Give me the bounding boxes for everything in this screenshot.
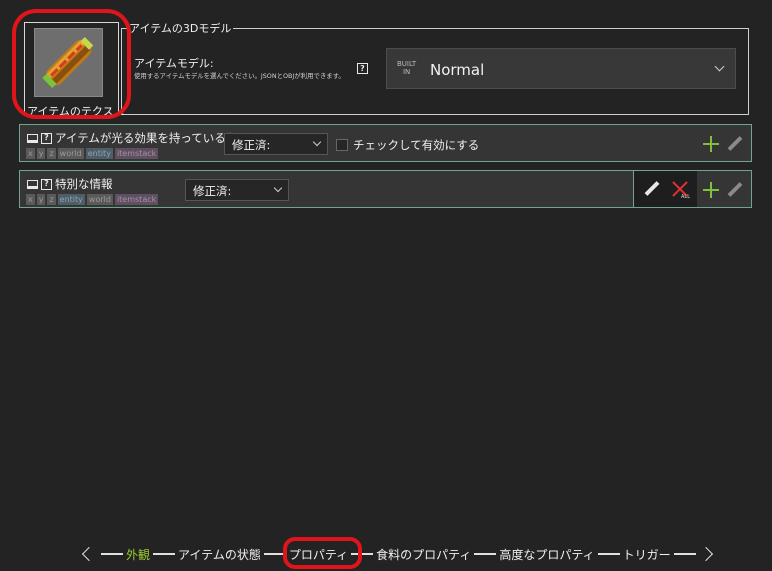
glow-effect-row: ? アイテムが光る効果を持っているか x y z world entity it…	[19, 124, 752, 162]
item-model-value: Normal	[430, 61, 485, 79]
dependency-tags: x y z entity world itemstack	[26, 194, 159, 205]
divider	[474, 553, 497, 555]
tag-x: x	[26, 194, 35, 205]
nav-tab-triggers[interactable]: トリガー	[623, 546, 671, 563]
edit-procedure-icon[interactable]	[643, 181, 659, 197]
builtin-badge-line2: IN	[402, 68, 411, 76]
dependency-tags: x y z world entity itemstack	[26, 148, 159, 159]
chevron-down-icon	[714, 61, 725, 72]
previous-page-icon[interactable]	[78, 544, 98, 564]
checkbox[interactable]	[336, 139, 348, 151]
tag-z: z	[47, 194, 56, 205]
nav-tab-item-state[interactable]: アイテムの状態	[178, 546, 261, 563]
add-procedure-icon[interactable]	[703, 182, 719, 198]
checkbox-label: チェックして有効にする	[353, 138, 480, 152]
glow-enable-checkbox[interactable]: チェックして有効にする	[336, 137, 479, 153]
tag-entity: entity	[85, 148, 113, 159]
tag-world: world	[86, 194, 113, 205]
page-navigation: 外観 アイテムの状態 プロパティ 食料のプロパティ 高度なプロパティ トリガー	[78, 544, 719, 564]
chevron-down-icon	[312, 137, 322, 147]
edit-procedure-icon[interactable]	[726, 136, 742, 152]
builtin-badge: BUILT IN	[397, 60, 416, 76]
item-model-hint: 使用するアイテムモデルを選んでください。JSONとOBJが利用できます。	[134, 72, 345, 80]
divider	[153, 553, 176, 555]
monitor-icon	[27, 179, 38, 189]
divider	[101, 553, 123, 555]
nav-tab-food-properties[interactable]: 食料のプロパティ	[376, 546, 471, 563]
edit-procedure-icon[interactable]	[726, 182, 742, 198]
divider	[597, 553, 620, 555]
tag-x: x	[26, 148, 35, 159]
special-info-row: ? 特別な情報 x y z entity world itemstack 修正済…	[19, 170, 752, 208]
tag-entity: entity	[57, 194, 85, 205]
glow-effect-title: ? アイテムが光る効果を持っているか	[27, 130, 237, 146]
nav-tab-appearance[interactable]: 外観	[126, 546, 150, 563]
monitor-icon	[27, 133, 38, 143]
special-info-title: ? 特別な情報	[27, 176, 113, 192]
item-model-select[interactable]: BUILT IN Normal	[386, 48, 736, 89]
tag-y: y	[36, 148, 46, 159]
help-icon[interactable]: ?	[41, 178, 52, 190]
highlight-circle-texture	[12, 9, 131, 119]
tag-y: y	[36, 194, 46, 205]
next-page-icon[interactable]	[699, 544, 719, 564]
add-procedure-icon[interactable]	[703, 136, 719, 152]
procedure-tools: ALL	[633, 171, 697, 207]
divider	[673, 553, 696, 555]
chevron-down-icon	[273, 183, 283, 193]
glow-effect-label: アイテムが光る効果を持っているか	[55, 131, 238, 145]
highlight-circle-properties	[283, 537, 362, 569]
tag-z: z	[47, 148, 56, 159]
glow-mode-value: 修正済:	[232, 138, 271, 152]
tag-itemstack: itemstack	[114, 194, 159, 205]
item-model-label: アイテムモデル:	[134, 57, 214, 70]
special-info-mode-value: 修正済:	[193, 184, 232, 198]
special-info-mode-select[interactable]: 修正済:	[185, 179, 289, 201]
help-icon[interactable]: ?	[41, 132, 52, 144]
model-group-legend: アイテムの3Dモデル	[127, 20, 234, 36]
tag-world: world	[57, 148, 84, 159]
remove-all-label: ALL	[681, 194, 690, 200]
model-help-icon[interactable]: ?	[357, 63, 368, 74]
special-info-label: 特別な情報	[55, 177, 113, 191]
nav-tab-advanced-properties[interactable]: 高度なプロパティ	[499, 546, 594, 563]
glow-mode-select[interactable]: 修正済:	[224, 133, 328, 155]
builtin-badge-line1: BUILT	[397, 60, 417, 68]
tag-itemstack: itemstack	[114, 148, 159, 159]
